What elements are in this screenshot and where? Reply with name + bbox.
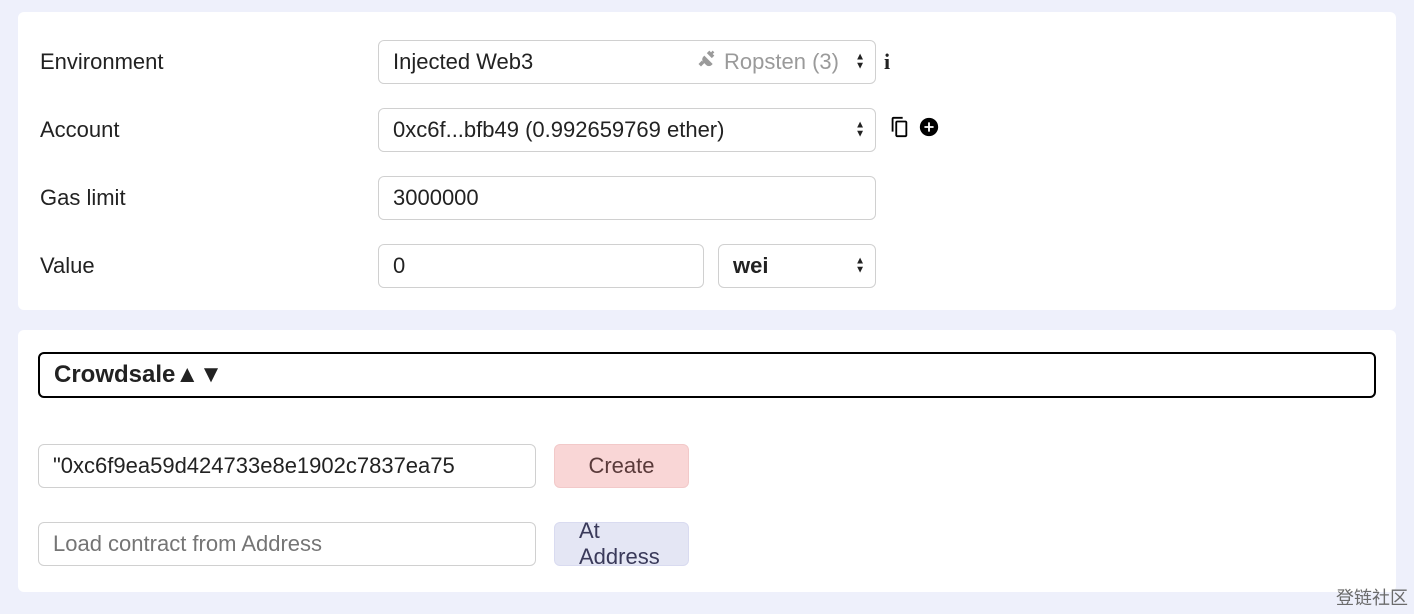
caret-icon: ▲▼ — [855, 258, 865, 275]
constructor-params-input[interactable]: "0xc6f9ea59d424733e8e1902c7837ea75 — [38, 444, 536, 488]
at-address-row: At Address — [38, 522, 1376, 566]
value-input[interactable] — [378, 244, 704, 288]
copy-icon[interactable] — [888, 116, 910, 144]
info-icon[interactable]: i — [884, 49, 908, 75]
environment-selected-value: Injected Web3 — [393, 49, 533, 75]
value-label: Value — [38, 253, 378, 279]
account-select[interactable]: 0xc6f...bfb49 (0.992659769 ether) ▲▼ — [378, 108, 876, 152]
watermark-text: 登链社区 — [1336, 584, 1408, 610]
create-button[interactable]: Create — [554, 444, 689, 488]
caret-icon: ▲▼ — [855, 54, 865, 71]
account-row: Account 0xc6f...bfb49 (0.992659769 ether… — [38, 108, 1376, 152]
value-unit-selected: wei — [733, 253, 768, 279]
run-config-panel: Environment Injected Web3 Ropsten (3) ▲▼… — [18, 12, 1396, 310]
at-address-button[interactable]: At Address — [554, 522, 689, 566]
contract-select[interactable]: Crowdsale ▲▼ — [38, 352, 1376, 398]
constructor-params-value: "0xc6f9ea59d424733e8e1902c7837ea75 — [53, 453, 455, 479]
environment-network: Ropsten (3) — [696, 49, 839, 75]
plug-icon — [696, 49, 716, 75]
value-row: Value wei ▲▼ — [38, 244, 1376, 288]
caret-icon: ▲▼ — [175, 361, 223, 389]
create-row: "0xc6f9ea59d424733e8e1902c7837ea75 Creat… — [38, 444, 1376, 488]
account-selected-value: 0xc6f...bfb49 (0.992659769 ether) — [393, 117, 724, 143]
environment-label: Environment — [38, 49, 378, 75]
gas-limit-input[interactable] — [378, 176, 876, 220]
environment-network-text: Ropsten (3) — [724, 49, 839, 75]
deploy-panel: Crowdsale ▲▼ "0xc6f9ea59d424733e8e1902c7… — [18, 330, 1396, 592]
plus-circle-icon[interactable] — [918, 116, 940, 144]
environment-row: Environment Injected Web3 Ropsten (3) ▲▼… — [38, 40, 1376, 84]
gas-limit-label: Gas limit — [38, 185, 378, 211]
value-unit-select[interactable]: wei ▲▼ — [718, 244, 876, 288]
gas-limit-row: Gas limit — [38, 176, 1376, 220]
environment-select[interactable]: Injected Web3 Ropsten (3) ▲▼ — [378, 40, 876, 84]
at-address-input[interactable] — [38, 522, 536, 566]
caret-icon: ▲▼ — [855, 122, 865, 139]
contract-selected-value: Crowdsale — [54, 361, 175, 389]
account-label: Account — [38, 117, 378, 143]
